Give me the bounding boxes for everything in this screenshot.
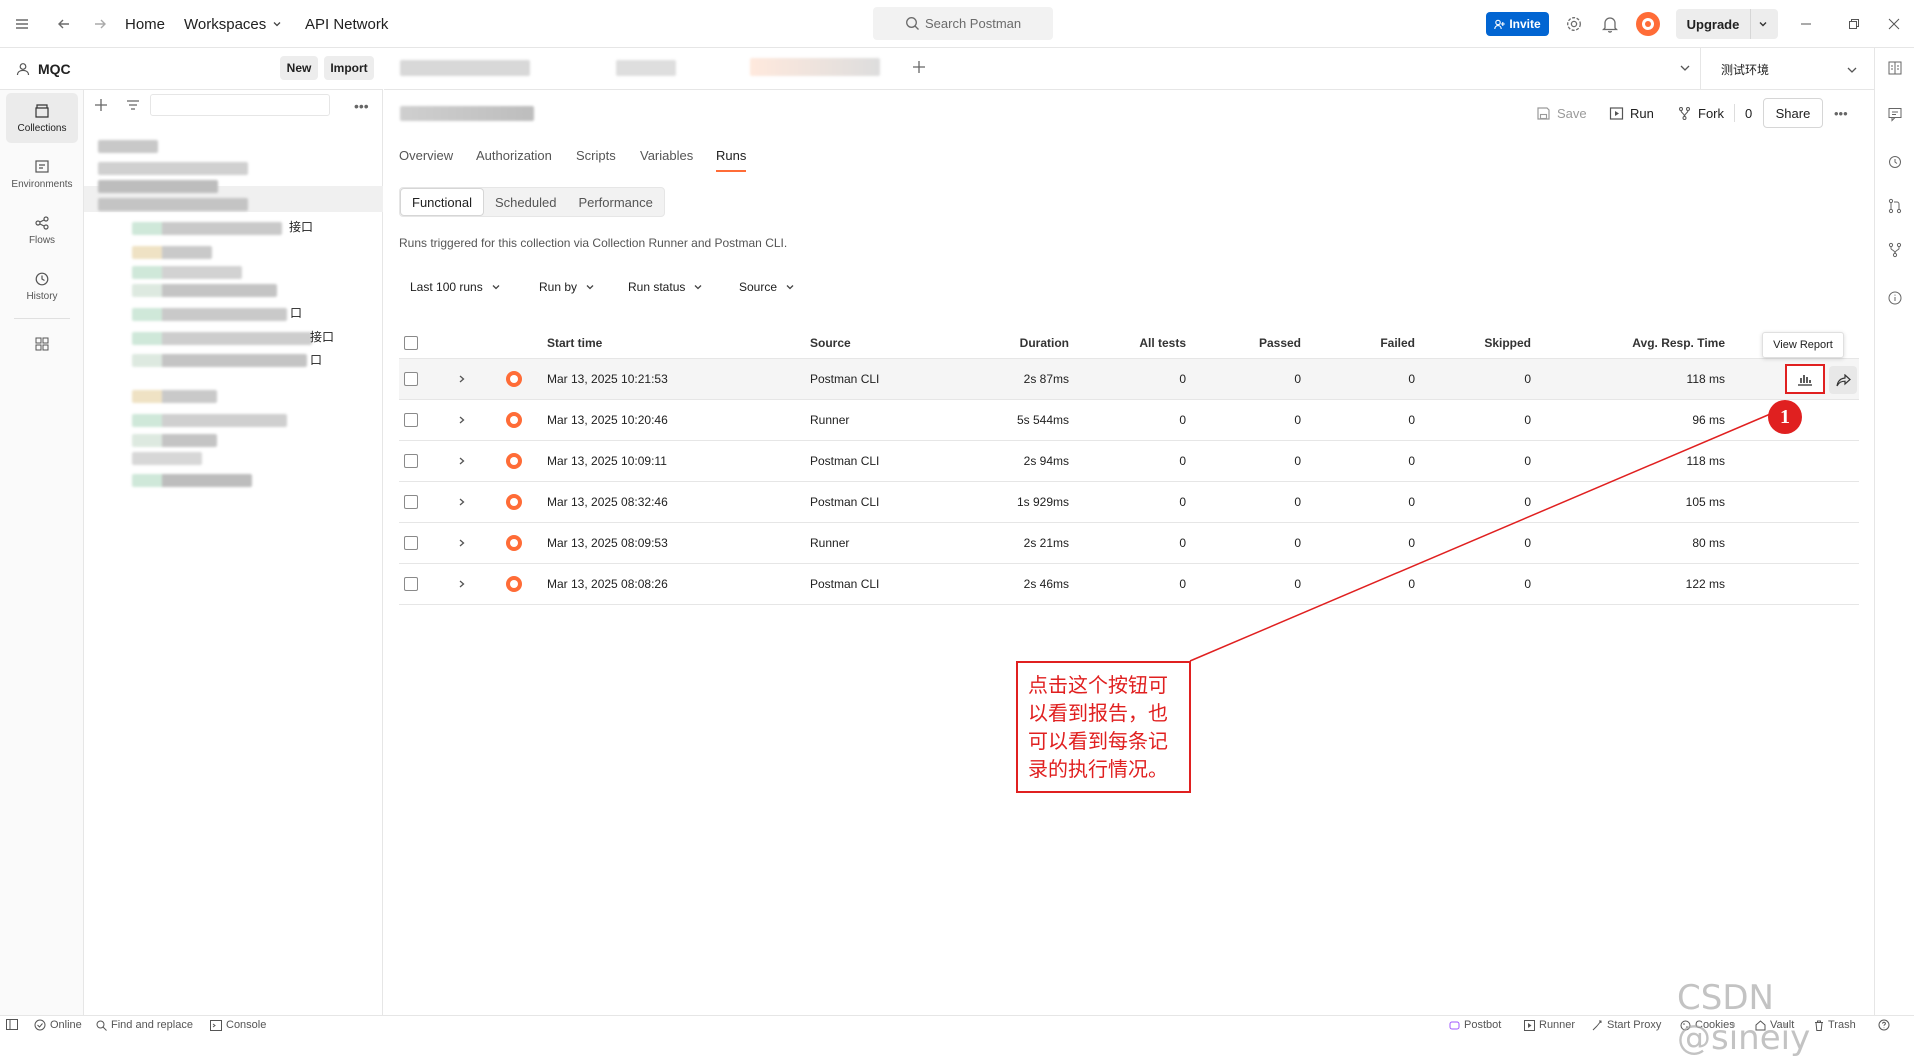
console-label: Console bbox=[226, 1019, 267, 1031]
console-button[interactable]: Console bbox=[210, 1019, 266, 1031]
search-icon bbox=[96, 1020, 107, 1031]
annotation-line: 可以看到每条记 bbox=[1028, 729, 1168, 753]
annotation-pointer-line bbox=[1189, 411, 1776, 662]
watermark: CSDN @sineiy bbox=[1677, 978, 1811, 1058]
runner-icon bbox=[1524, 1019, 1535, 1031]
console-icon bbox=[210, 1019, 222, 1031]
find-and-replace[interactable]: Find and replace bbox=[96, 1019, 193, 1031]
postbot-icon bbox=[1449, 1021, 1460, 1029]
proxy-label: Start Proxy bbox=[1607, 1019, 1662, 1031]
proxy-icon bbox=[1592, 1020, 1602, 1030]
annotation-line: 录的执行情况。 bbox=[1028, 757, 1168, 781]
postbot-button[interactable]: Postbot bbox=[1449, 1019, 1501, 1031]
annotation-line: 以看到报告，也 bbox=[1028, 701, 1168, 725]
postbot-label: Postbot bbox=[1464, 1019, 1502, 1031]
runner-label: Runner bbox=[1539, 1019, 1576, 1031]
toggle-sidebar-icon[interactable] bbox=[6, 1019, 18, 1030]
start-proxy-button[interactable]: Start Proxy bbox=[1592, 1019, 1661, 1031]
status-online-label: Online bbox=[50, 1019, 82, 1031]
find-label: Find and replace bbox=[111, 1019, 193, 1031]
annotation-line: 点击这个按钮可 bbox=[1028, 673, 1168, 697]
status-bar: Online Find and replace Console Postbot … bbox=[0, 1015, 1914, 1035]
check-circle-icon bbox=[34, 1019, 46, 1031]
annotation-note: 点击这个按钮可 以看到报告，也 可以看到每条记 录的执行情况。 bbox=[1016, 661, 1191, 793]
annotation-badge: 1 bbox=[1768, 400, 1802, 434]
status-online[interactable]: Online bbox=[34, 1019, 82, 1031]
runner-button[interactable]: Runner bbox=[1524, 1019, 1575, 1031]
